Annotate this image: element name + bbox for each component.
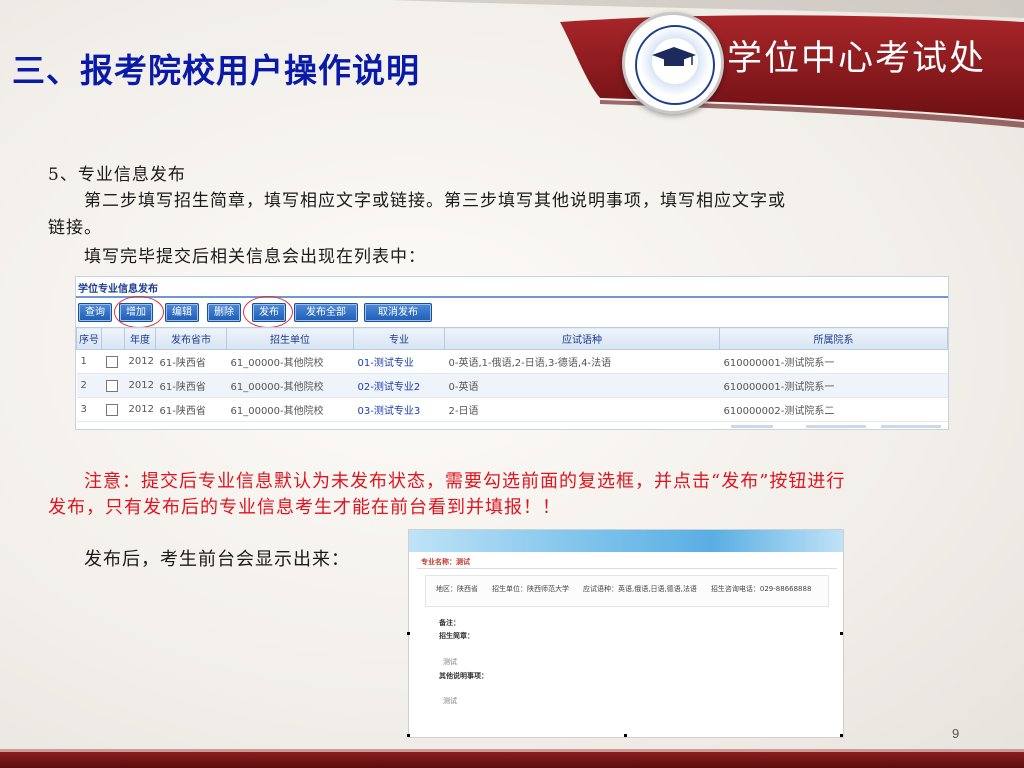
preview-other-label: 其他说明事项： bbox=[439, 672, 488, 680]
preview-info-box: 地区：陕西省 招生单位：陕西师范大学 应试语种：英语,俄语,日语,德语,法语 招… bbox=[425, 575, 829, 607]
table-row[interactable]: 3 2012 61-陕西省 61_00000-其他院校 03-测试专业3 2-日… bbox=[76, 397, 948, 422]
cell-province: 61-陕西省 bbox=[155, 373, 227, 398]
preview-banner bbox=[409, 530, 843, 552]
cell-year: 2012 bbox=[124, 397, 156, 422]
cell-department: 610000001-测试院系一 bbox=[719, 349, 948, 374]
cell-language: 0-英语,1-俄语,2-日语,3-德语,4-法语 bbox=[444, 349, 720, 374]
organization-name: 学位中心考试处 bbox=[727, 39, 987, 79]
col-header-province: 发布省市 bbox=[155, 327, 227, 350]
preview-divider bbox=[417, 568, 837, 569]
pager-fields bbox=[731, 425, 941, 428]
instruction-paragraph: 第二步填写招生简章，填写相应文字或链接。第三步填写其他说明事项，填写相应文字或 bbox=[84, 191, 786, 211]
edit-button[interactable]: 编辑 bbox=[165, 303, 199, 322]
selection-handle bbox=[407, 734, 410, 737]
cell-department: 610000002-测试院系二 bbox=[719, 397, 948, 422]
footer-band bbox=[0, 752, 1024, 768]
row-checkbox[interactable] bbox=[101, 349, 125, 374]
after-publish-text: 发布后，考生前台会显示出来： bbox=[84, 549, 350, 570]
cell-index: 2 bbox=[76, 373, 102, 398]
col-header-year: 年度 bbox=[124, 327, 156, 350]
slide-title: 三、报考院校用户操作说明 bbox=[12, 51, 420, 90]
highlight-circle-publish bbox=[243, 296, 293, 328]
table-row[interactable]: 2 2012 61-陕西省 61_00000-其他院校 02-测试专业2 0-英… bbox=[76, 373, 948, 398]
cell-major-link[interactable]: 02-测试专业2 bbox=[353, 373, 445, 398]
table-row[interactable]: 1 2012 61-陕西省 61_00000-其他院校 01-测试专业 0-英语… bbox=[76, 349, 948, 374]
major-info-table-screenshot: 学位专业信息发布 查询 增加 编辑 删除 发布 发布全部 取消发布 序号 年度 … bbox=[75, 276, 949, 430]
warning-note-continued: 发布，只有发布后的专业信息考生才能在前台看到并填报！！ bbox=[48, 497, 561, 518]
selection-handle bbox=[624, 734, 627, 737]
selection-handle bbox=[840, 632, 843, 635]
cell-language: 2-日语 bbox=[444, 397, 720, 422]
selection-handle bbox=[407, 632, 410, 635]
title-divider bbox=[76, 296, 948, 298]
highlight-circle-add bbox=[114, 296, 164, 328]
preview-major-name: 专业名称：测试 bbox=[421, 558, 470, 566]
table-panel-title: 学位专业信息发布 bbox=[78, 284, 158, 295]
cell-index: 1 bbox=[76, 349, 102, 374]
cell-year: 2012 bbox=[124, 349, 156, 374]
warning-note: 注意：提交后专业信息默认为未发布状态，需要勾选前面的复选框，并点击“发布”按钮进… bbox=[84, 471, 846, 492]
cell-school: 61_00000-其他院校 bbox=[226, 373, 354, 398]
cell-year: 2012 bbox=[124, 373, 156, 398]
delete-button[interactable]: 删除 bbox=[207, 303, 241, 322]
list-intro-text: 填写完毕提交后相关信息会出现在列表中： bbox=[84, 247, 426, 267]
preview-other-value: 测试 bbox=[443, 697, 457, 705]
query-button[interactable]: 查询 bbox=[78, 303, 112, 322]
major-info-grid: 序号 年度 发布省市 招生单位 专业 应试语种 所属院系 1 2012 61-陕… bbox=[76, 327, 948, 422]
cell-school: 61_00000-其他院校 bbox=[226, 397, 354, 422]
page-number: 9 bbox=[952, 726, 960, 741]
cell-department: 610000001-测试院系一 bbox=[719, 373, 948, 398]
cell-index: 3 bbox=[76, 397, 102, 422]
col-header-index: 序号 bbox=[76, 327, 102, 350]
cell-province: 61-陕西省 bbox=[155, 349, 227, 374]
cell-school: 61_00000-其他院校 bbox=[226, 349, 354, 374]
col-header-department: 所属院系 bbox=[719, 327, 948, 350]
col-header-checkbox bbox=[101, 327, 125, 350]
university-logo-icon bbox=[622, 12, 724, 114]
preview-brochure-label: 招生简章： bbox=[439, 632, 474, 640]
col-header-language: 应试语种 bbox=[444, 327, 720, 350]
row-checkbox[interactable] bbox=[101, 373, 125, 398]
cell-major-link[interactable]: 01-测试专业 bbox=[353, 349, 445, 374]
instruction-paragraph-continued: 链接。 bbox=[48, 218, 102, 238]
cell-province: 61-陕西省 bbox=[155, 397, 227, 422]
cell-major-link[interactable]: 03-测试专业3 bbox=[353, 397, 445, 422]
row-checkbox[interactable] bbox=[101, 397, 125, 422]
col-header-major: 专业 bbox=[353, 327, 445, 350]
preview-info-line: 地区：陕西省 招生单位：陕西师范大学 应试语种：英语,俄语,日语,德语,法语 招… bbox=[436, 585, 812, 593]
selection-handle bbox=[840, 734, 843, 737]
step-heading: 5、专业信息发布 bbox=[48, 165, 186, 185]
cell-language: 0-英语 bbox=[444, 373, 720, 398]
publish-all-button[interactable]: 发布全部 bbox=[294, 303, 358, 322]
unpublish-button[interactable]: 取消发布 bbox=[364, 303, 432, 322]
frontend-preview-screenshot: 专业名称：测试 地区：陕西省 招生单位：陕西师范大学 应试语种：英语,俄语,日语… bbox=[408, 529, 844, 738]
preview-remark-label: 备注： bbox=[439, 619, 460, 627]
col-header-school: 招生单位 bbox=[226, 327, 354, 350]
preview-brochure-value: 测试 bbox=[443, 658, 457, 666]
